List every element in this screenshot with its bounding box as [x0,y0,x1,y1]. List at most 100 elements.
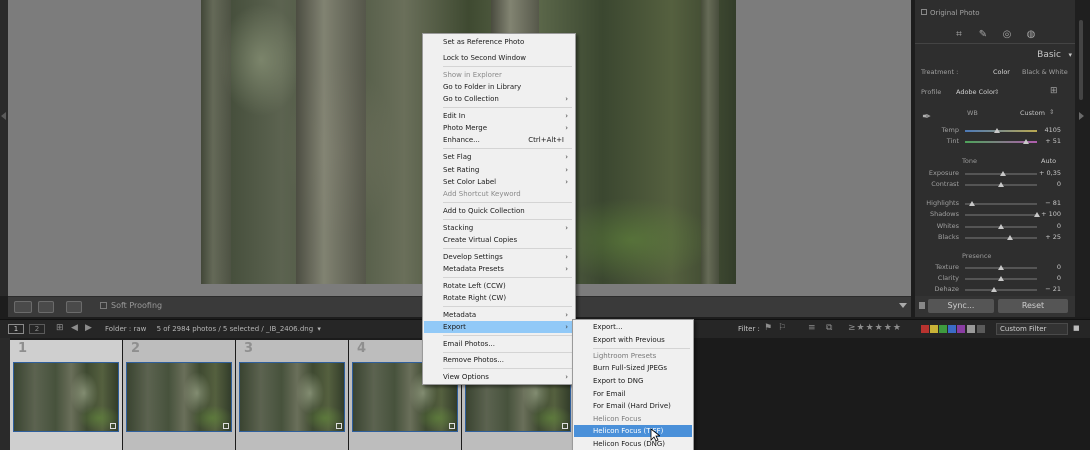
profile-dropdown-icon[interactable]: ⇕ [994,88,999,96]
grid-view-icon[interactable]: ⊞ [56,323,64,333]
submenu-item-helicon-dng[interactable]: Helicon Focus (DNG) [574,438,692,450]
thumbnail[interactable] [239,362,345,432]
slider-thumb[interactable] [998,265,1004,270]
slider-thumb[interactable] [1034,212,1040,217]
expand-left-panel-icon[interactable] [1,112,6,120]
wb-eyedropper-icon[interactable]: ✒ [922,110,936,124]
menu-item-add-quick-collection[interactable]: Add to Quick Collection [424,205,574,217]
blue-label-filter[interactable] [948,325,956,333]
slider-thumb[interactable] [1000,171,1007,176]
menu-item-edit-in[interactable]: Edit In › [424,110,574,122]
slider-dehaze[interactable]: Dehaze − 21 [915,285,1075,295]
profile-browser-icon[interactable]: ⊞ [1050,86,1058,96]
edited-filter-icon[interactable]: ≡ [808,323,816,333]
slider-highlights[interactable]: Highlights − 81 [915,199,1075,209]
slider-value[interactable]: + 100 [1041,210,1061,218]
slider-value[interactable]: 0 [1057,222,1061,230]
right-panel-scrollbar[interactable] [1079,20,1083,100]
menu-item-remove-photos[interactable]: Remove Photos... [424,354,574,366]
no-label-filter[interactable] [977,325,985,333]
slider-clarity[interactable]: Clarity 0 [915,274,1075,284]
basic-section-header[interactable]: Basic ▾ [915,46,1075,63]
slider-blacks[interactable]: Blacks + 25 [915,233,1075,243]
source-info[interactable]: Folder : raw 5 of 2984 photos / 5 select… [105,325,321,333]
masking-icon[interactable]: ◍ [1025,29,1037,41]
right-panel-edge[interactable] [1075,0,1090,317]
submenu-item-burn-jpegs[interactable]: Burn Full-Sized JPEGs [574,362,692,374]
menu-item-lock-second-window[interactable]: Lock to Second Window [424,52,574,64]
healing-brush-icon[interactable]: ✎ [977,29,989,41]
menu-item-show-in-explorer[interactable]: Show in Explorer [424,69,574,81]
yellow-label-filter[interactable] [930,325,938,333]
soft-proofing-toggle[interactable]: Soft Proofing [100,301,162,310]
treatment-color-button[interactable]: Color [993,68,1010,76]
rating-filter-stars[interactable]: ≥★★★★★ [848,323,902,333]
menu-item-enhance[interactable]: Enhance... Ctrl+Alt+I [424,134,574,146]
slider-thumb[interactable] [998,276,1004,281]
next-icon[interactable]: ▶ [85,323,92,333]
flag-filter-icon[interactable]: ⚑ [764,323,772,333]
wb-dropdown[interactable]: Custom [1020,109,1045,117]
menu-item-set-flag[interactable]: Set Flag › [424,151,574,163]
submenu-item-for-email[interactable]: For Email [574,388,692,400]
second-window-button[interactable]: 2 [29,324,45,334]
slider-thumb[interactable] [994,128,1001,133]
slider-thumb[interactable] [998,182,1004,187]
menu-item-view-options[interactable]: View Options › [424,371,574,383]
unflag-filter-icon[interactable]: ⚐ [778,323,786,333]
thumbnail[interactable] [13,362,119,432]
slider-thumb[interactable] [1023,139,1030,144]
original-photo-row[interactable]: Original Photo [921,9,980,17]
original-photo-checkbox[interactable] [921,9,927,15]
menu-item-add-shortcut-keyword[interactable]: Add Shortcut Keyword [424,188,574,200]
collapse-section-icon[interactable]: ▾ [1068,51,1072,59]
main-window-button[interactable]: 1 [8,324,24,334]
slider-track[interactable] [965,171,1037,176]
reset-button[interactable]: Reset [998,299,1068,313]
slider-track[interactable] [965,287,1037,292]
custom-filter-dropdown[interactable]: Custom Filter [996,323,1068,335]
purple-label-filter[interactable] [957,325,965,333]
slider-value[interactable]: − 81 [1045,199,1061,207]
slider-value[interactable]: 0 [1057,263,1061,271]
slider-track[interactable] [965,265,1037,270]
menu-item-metadata-presets[interactable]: Metadata Presets › [424,263,574,275]
loupe-view-button[interactable] [14,301,32,313]
slider-texture[interactable]: Texture 0 [915,263,1075,273]
slider-value[interactable]: 4105 [1044,126,1061,134]
menu-item-go-to-folder[interactable]: Go to Folder in Library [424,81,574,93]
submenu-item-helicon-tiff[interactable]: Helicon Focus (TIFF) [574,425,692,437]
menu-item-set-rating[interactable]: Set Rating › [424,164,574,176]
menu-item-develop-settings[interactable]: Develop Settings › [424,251,574,263]
slider-value[interactable]: 0 [1057,274,1061,282]
virtual-filter-icon[interactable]: ⧉ [826,323,832,333]
slider-contrast[interactable]: Contrast 0 [915,180,1075,190]
slider-tint[interactable]: Tint + 51 [915,137,1075,147]
menu-item-set-reference[interactable]: Set as Reference Photo [424,36,574,48]
menu-item-email-photos[interactable]: Email Photos... [424,338,574,350]
slider-value[interactable]: 0 [1057,180,1061,188]
menu-item-set-color-label[interactable]: Set Color Label › [424,176,574,188]
menu-item-go-to-collection[interactable]: Go to Collection › [424,93,574,105]
left-panel-collapsed[interactable] [0,0,8,296]
sync-button[interactable]: Sync... [928,299,994,313]
submenu-item-for-email-hd[interactable]: For Email (Hard Drive) [574,400,692,412]
tone-auto-button[interactable]: Auto [1041,157,1056,165]
auto-sync-toggle[interactable] [919,302,925,309]
slider-thumb[interactable] [998,224,1004,229]
menu-item-metadata[interactable]: Metadata › [424,309,574,321]
filter-lock-icon[interactable]: ■ [1073,324,1080,332]
slider-track[interactable] [965,128,1037,133]
slider-track[interactable] [965,139,1037,144]
slider-exposure[interactable]: Exposure + 0,35 [915,169,1075,179]
slider-thumb[interactable] [969,201,976,206]
slider-value[interactable]: + 25 [1045,233,1061,241]
green-label-filter[interactable] [939,325,947,333]
submenu-item-export-previous[interactable]: Export with Previous [574,334,692,346]
crop-icon[interactable]: ⌗ [953,29,965,41]
before-after-button[interactable] [38,301,54,313]
collapse-right-panel-icon[interactable] [1079,112,1084,120]
menu-item-stacking[interactable]: Stacking › [424,222,574,234]
slider-value[interactable]: − 21 [1045,285,1061,293]
toolbar-menu-icon[interactable] [899,303,907,308]
